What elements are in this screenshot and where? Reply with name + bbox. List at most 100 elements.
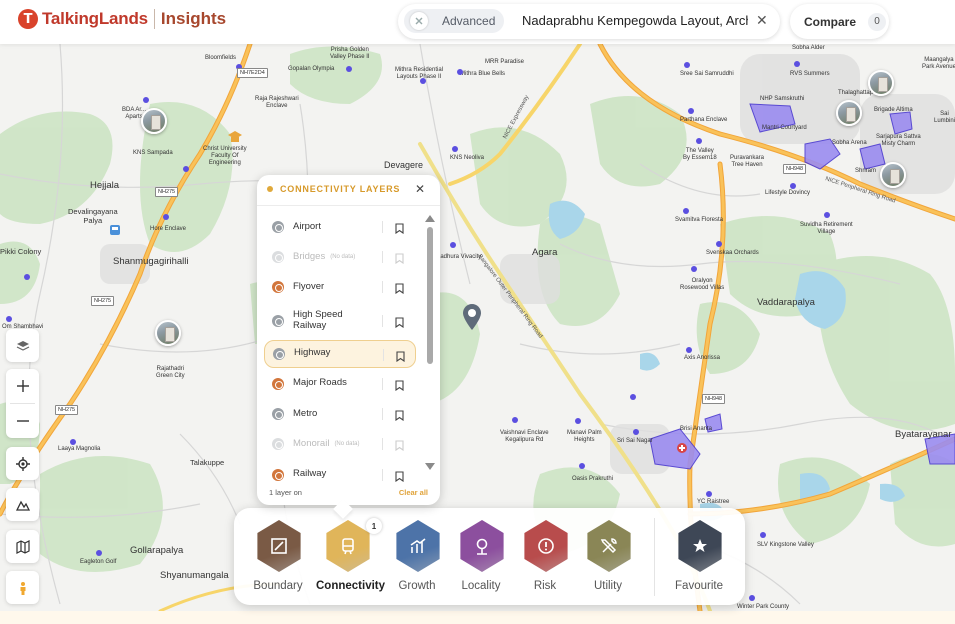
- category-favourite[interactable]: Favourite: [668, 518, 730, 598]
- bookmark-icon[interactable]: [395, 469, 404, 482]
- highway-shield: NH275: [155, 187, 179, 197]
- project-photo-marker[interactable]: [836, 100, 862, 126]
- university-icon[interactable]: [228, 131, 242, 143]
- layer-item-major-roads[interactable]: Major Roads: [264, 370, 416, 398]
- layer-item-metro[interactable]: Metro: [264, 400, 416, 428]
- poi-dot[interactable]: [163, 214, 169, 220]
- project-photo-marker[interactable]: [155, 320, 181, 346]
- poi-dot[interactable]: [457, 69, 463, 75]
- advanced-toggle[interactable]: Advanced: [404, 9, 504, 33]
- bus-stop-icon[interactable]: [109, 224, 121, 236]
- compare-count-badge: 0: [868, 12, 887, 31]
- street-view-button[interactable]: [6, 571, 39, 604]
- hospital-marker-icon[interactable]: [676, 442, 688, 454]
- category-risk[interactable]: Risk: [514, 518, 576, 598]
- category-boundary[interactable]: Boundary: [247, 518, 309, 598]
- layer-item-airport[interactable]: Airport: [264, 213, 416, 241]
- poi-dot[interactable]: [579, 463, 585, 469]
- terrain-button[interactable]: [6, 488, 39, 521]
- poi-label: Mithra Blue Bells: [460, 71, 506, 77]
- poi-dot[interactable]: [512, 417, 518, 423]
- poi-label: Eagleton Golf: [80, 559, 117, 565]
- category-label: Favourite: [675, 580, 723, 592]
- layer-item-high-speed-railway[interactable]: High Speed Railway: [264, 304, 416, 338]
- poi-dot[interactable]: [688, 108, 694, 114]
- poi-dot[interactable]: [696, 138, 702, 144]
- poi-dot[interactable]: [452, 146, 458, 152]
- bookmark-icon[interactable]: [395, 408, 404, 422]
- layer-item-bridges[interactable]: Bridges (No data): [264, 243, 416, 271]
- poi-dot[interactable]: [96, 550, 102, 556]
- poi-label: Sree Sai Samruddhi: [680, 71, 734, 77]
- layers-button[interactable]: [6, 329, 39, 362]
- poi-dot[interactable]: [794, 61, 800, 67]
- zoom-in-button[interactable]: [6, 369, 39, 403]
- minus-icon: [16, 420, 29, 422]
- poi-dot[interactable]: [706, 491, 712, 497]
- category-locality[interactable]: Locality: [450, 518, 512, 598]
- project-photo-marker[interactable]: [880, 162, 906, 188]
- poi-dot[interactable]: [420, 78, 426, 84]
- scroll-thumb[interactable]: [427, 227, 433, 364]
- panel-scrollbar[interactable]: [425, 215, 435, 470]
- layer-item-railway[interactable]: Railway: [264, 461, 416, 489]
- railway-icon: [272, 468, 284, 481]
- poi-dot[interactable]: [6, 316, 12, 322]
- bookmark-icon[interactable]: [395, 281, 404, 295]
- map-style-button[interactable]: [6, 530, 39, 563]
- search-bar[interactable]: Advanced Nadaprabhu Kempegowda Layout, A…: [398, 4, 780, 39]
- clear-all-link[interactable]: Clear all: [399, 488, 428, 497]
- poi-dot[interactable]: [633, 429, 639, 435]
- category-utility[interactable]: Utility: [577, 518, 639, 598]
- bookmark-icon[interactable]: [395, 221, 404, 235]
- search-input[interactable]: Nadaprabhu Kempegowda Layout, Arch: [522, 13, 748, 28]
- bookmark-icon[interactable]: [395, 315, 404, 328]
- logo[interactable]: T TalkingLands Insights: [18, 9, 226, 29]
- poi-dot[interactable]: [790, 183, 796, 189]
- project-photo-marker[interactable]: [141, 108, 167, 134]
- poi-dot[interactable]: [686, 347, 692, 353]
- poi-dot[interactable]: [716, 241, 722, 247]
- poi-dot[interactable]: [143, 97, 149, 103]
- poi-dot[interactable]: [183, 166, 189, 172]
- zoom-out-button[interactable]: [6, 404, 39, 438]
- layer-item-flyover[interactable]: Flyover: [264, 273, 416, 301]
- category-label: Risk: [533, 580, 557, 592]
- plus-icon: [16, 380, 29, 392]
- bookmark-icon[interactable]: [396, 349, 405, 362]
- poi-dot[interactable]: [824, 212, 830, 218]
- category-growth[interactable]: Growth: [386, 518, 448, 598]
- scroll-down-icon[interactable]: [425, 463, 435, 470]
- poi-label: KNS Sampada: [133, 150, 173, 156]
- layer-item-label: Major Roads: [293, 377, 347, 389]
- poi-dot[interactable]: [346, 66, 352, 72]
- panel-title: CONNECTIVITY LAYERS: [280, 184, 401, 194]
- place-hejjala: Hejjala: [90, 180, 120, 191]
- layer-item-monorail[interactable]: Monorail (No data): [264, 430, 416, 458]
- poi-dot[interactable]: [691, 266, 697, 272]
- close-panel-icon[interactable]: ✕: [415, 182, 425, 196]
- clear-search-icon[interactable]: ✕: [756, 12, 768, 29]
- poi-dot[interactable]: [70, 439, 76, 445]
- poi-dot[interactable]: [760, 532, 766, 538]
- poi-dot[interactable]: [683, 208, 689, 214]
- layer-item-highway[interactable]: Highway: [264, 339, 416, 368]
- compare-button[interactable]: Compare 0: [790, 4, 889, 39]
- bookmark-icon[interactable]: [395, 378, 404, 392]
- project-photo-marker[interactable]: [868, 70, 894, 96]
- poi-label: Mithra Residential Layouts Phase II: [395, 67, 444, 80]
- bookmark-icon[interactable]: [395, 251, 404, 265]
- location-pin-icon[interactable]: [463, 304, 481, 330]
- poi-dot[interactable]: [24, 274, 30, 280]
- locate-me-button[interactable]: [6, 447, 39, 480]
- connectivity-layers-panel: CONNECTIVITY LAYERS ✕ Airport Bridges (No …: [257, 175, 440, 505]
- scroll-up-icon[interactable]: [425, 215, 435, 222]
- poi-dot[interactable]: [749, 595, 755, 601]
- poi-dot[interactable]: [575, 418, 581, 424]
- category-connectivity[interactable]: 1 Connectivity: [316, 518, 385, 598]
- poi-dot[interactable]: [630, 394, 636, 400]
- poi-dot[interactable]: [684, 62, 690, 68]
- poi-label: Sobha Arena: [832, 140, 867, 146]
- poi-dot[interactable]: [450, 242, 456, 248]
- bookmark-icon[interactable]: [395, 438, 404, 452]
